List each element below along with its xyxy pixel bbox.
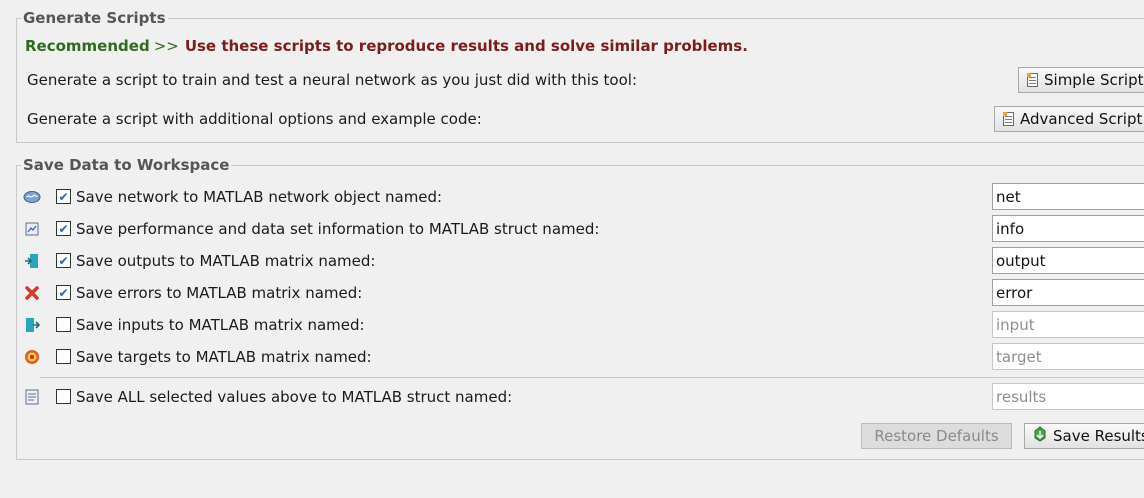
- check-mark: ✔: [58, 285, 69, 300]
- save-performance-label: Save performance and data set informatio…: [76, 220, 600, 238]
- save-performance-checkbox[interactable]: ✔: [56, 221, 71, 236]
- save-targets-checkbox[interactable]: [56, 349, 71, 364]
- save-targets-label: Save targets to MATLAB matrix named:: [76, 348, 372, 366]
- outputs-icon: [23, 252, 41, 270]
- save-data-title: Save Data to Workspace: [21, 156, 232, 174]
- performance-name-field[interactable]: [992, 215, 1144, 242]
- inputs-icon: [23, 316, 41, 334]
- results-name-field[interactable]: [992, 383, 1144, 410]
- advanced-script-button[interactable]: Advanced Script: [994, 106, 1144, 132]
- restore-defaults-button-label: Restore Defaults: [874, 427, 999, 445]
- targets-name-field[interactable]: [992, 343, 1144, 370]
- script-icon: [1027, 73, 1038, 87]
- save-network-label: Save network to MATLAB network object na…: [76, 188, 443, 206]
- save-results-button[interactable]: Save Results: [1024, 423, 1144, 449]
- advanced-script-button-label: Advanced Script: [1020, 110, 1143, 128]
- errors-name-field[interactable]: [992, 279, 1144, 306]
- simple-script-button[interactable]: Simple Script: [1018, 67, 1144, 93]
- save-data-panel: Save Data to Workspace: [16, 156, 1144, 460]
- network-icon: [23, 188, 41, 206]
- save-all-label: Save ALL selected values above to MATLAB…: [76, 388, 513, 406]
- check-mark: ✔: [58, 221, 69, 236]
- restore-defaults-button[interactable]: Restore Defaults: [861, 423, 1012, 449]
- save-errors-label: Save errors to MATLAB matrix named:: [76, 284, 363, 302]
- save-all-checkbox[interactable]: [56, 389, 71, 404]
- recommended-message: Use these scripts to reproduce results a…: [184, 37, 748, 55]
- recommended-line: Recommended >> Use these scripts to reprod…: [25, 37, 748, 55]
- save-network-checkbox[interactable]: ✔: [56, 189, 71, 204]
- save-outputs-checkbox[interactable]: ✔: [56, 253, 71, 268]
- outputs-name-field[interactable]: [992, 247, 1144, 274]
- check-mark: ✔: [58, 189, 69, 204]
- save-inputs-label: Save inputs to MATLAB matrix named:: [76, 316, 365, 334]
- script-icon: [1003, 112, 1014, 126]
- divider: [40, 377, 1144, 378]
- targets-icon: [23, 348, 41, 366]
- save-results-icon: [1033, 426, 1047, 446]
- save-results-button-label: Save Results: [1053, 427, 1144, 445]
- inputs-name-field[interactable]: [992, 311, 1144, 338]
- errors-icon: [23, 284, 41, 302]
- generate-scripts-title: Generate Scripts: [21, 9, 168, 27]
- save-errors-checkbox[interactable]: ✔: [56, 285, 71, 300]
- network-name-field[interactable]: [992, 183, 1144, 210]
- performance-icon: [23, 220, 41, 238]
- simple-script-description: Generate a script to train and test a ne…: [27, 71, 638, 89]
- recommended-arrows: >>: [153, 37, 179, 55]
- simple-script-button-label: Simple Script: [1044, 71, 1144, 89]
- check-mark: ✔: [58, 253, 69, 268]
- save-inputs-checkbox[interactable]: [56, 317, 71, 332]
- save-outputs-label: Save outputs to MATLAB matrix named:: [76, 252, 376, 270]
- advanced-script-description: Generate a script with additional option…: [27, 110, 482, 128]
- struct-icon: [23, 388, 41, 406]
- recommended-label: Recommended: [25, 37, 150, 55]
